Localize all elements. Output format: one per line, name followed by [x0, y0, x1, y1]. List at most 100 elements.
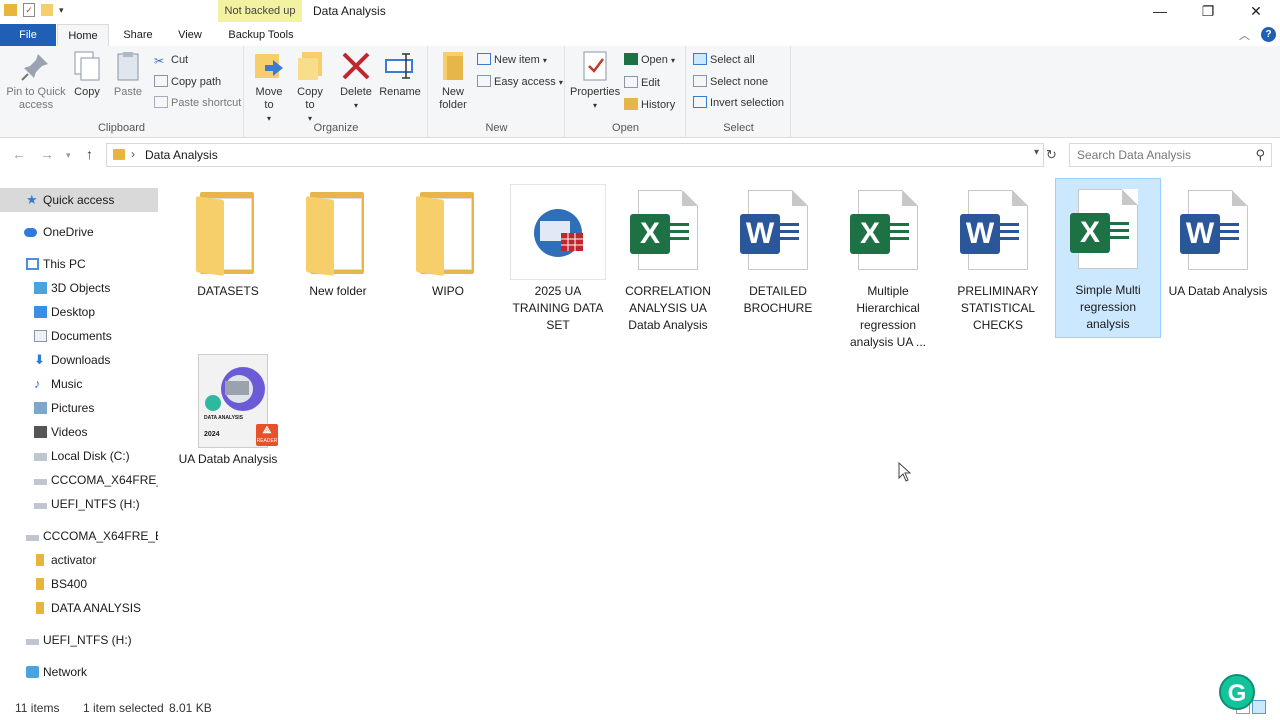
breadcrumb[interactable]: Data Analysis: [145, 148, 218, 162]
pin-quick-access-button[interactable]: Pin to Quick access: [4, 50, 68, 112]
history-button[interactable]: History: [624, 96, 675, 114]
tab-view[interactable]: View: [168, 24, 212, 46]
search-box[interactable]: ⚲: [1069, 143, 1272, 167]
cut-button[interactable]: ✂ Cut: [154, 51, 188, 69]
copy-to-button[interactable]: Copy to ▾: [293, 50, 327, 125]
folder-icon: [400, 184, 496, 280]
nav-3d-objects[interactable]: 3D Objects: [0, 276, 158, 300]
organize-group-label: Organize: [313, 122, 359, 134]
properties-icon[interactable]: ✓: [23, 3, 35, 17]
recent-locations-icon[interactable]: ▾: [66, 150, 71, 161]
file-item-new-folder[interactable]: New folder: [285, 180, 391, 304]
search-icon[interactable]: ⚲: [1255, 147, 1265, 163]
file-item-wipo[interactable]: WIPO: [395, 180, 501, 304]
tab-backup-tools[interactable]: Backup Tools: [220, 24, 302, 46]
forward-arrow-icon[interactable]: →: [40, 146, 54, 162]
large-icons-view-button[interactable]: [1252, 700, 1266, 714]
nav-uefi[interactable]: UEFI_NTFS (H:): [0, 628, 158, 652]
chevron-down-icon: ▾: [353, 101, 358, 110]
properties-button[interactable]: Properties ▾: [570, 50, 620, 112]
file-item-simple-multi[interactable]: X Simple Multi regression analysis: [1055, 178, 1161, 338]
grammarly-icon[interactable]: G: [1219, 674, 1255, 710]
new-folder-icon[interactable]: [41, 4, 53, 16]
nav-videos[interactable]: Videos: [0, 420, 158, 444]
title-bar: ✓ ▾ Not backed up Data Analysis — ❐ ✕: [0, 0, 1280, 24]
help-icon[interactable]: ?: [1261, 27, 1276, 42]
chevron-right-icon[interactable]: ›: [131, 147, 135, 161]
ribbon-tabs: File Home Share View Backup Tools ︿ ?: [0, 24, 1280, 46]
file-item-ua-datab-pdf[interactable]: DATA ANALYSIS 2024 ⟁ READER UA Datab Ana…: [175, 348, 281, 472]
nav-downloads[interactable]: ⬇ Downloads: [0, 348, 158, 372]
address-bar[interactable]: › Data Analysis ▾: [106, 143, 1044, 167]
select-none-button[interactable]: Select none: [693, 73, 768, 91]
back-arrow-icon[interactable]: ←: [12, 146, 26, 162]
open-button[interactable]: Open ▾: [624, 51, 675, 69]
paste-shortcut-button[interactable]: Paste shortcut: [154, 94, 241, 112]
paste-shortcut-icon: [154, 96, 168, 108]
refresh-icon[interactable]: ↻: [1046, 147, 1057, 163]
nav-cccoma[interactable]: CCCOMA_X64FRE_EN: [0, 524, 158, 548]
nav-pictures[interactable]: Pictures: [0, 396, 158, 420]
file-item-correlation[interactable]: X CORRELATION ANALYSIS UA Datab Analysis: [615, 180, 721, 338]
folder-icon: [36, 554, 44, 566]
tab-file[interactable]: File: [0, 24, 56, 46]
nav-activator[interactable]: activator: [0, 548, 158, 572]
nav-local-disk[interactable]: Local Disk (C:): [0, 444, 158, 468]
file-item-preliminary[interactable]: W PRELIMINARY STATISTICAL CHECKS: [945, 180, 1051, 338]
cloud-icon: [24, 228, 37, 237]
file-item-training-data[interactable]: 2025 UA TRAINING DATA SET: [505, 180, 611, 338]
nav-network[interactable]: Network: [0, 660, 158, 684]
collapse-ribbon-icon[interactable]: ︿: [1239, 27, 1250, 43]
quick-access-toolbar: ✓ ▾: [4, 3, 64, 17]
maximize-button[interactable]: ❐: [1184, 0, 1232, 24]
nav-documents[interactable]: Documents: [0, 324, 158, 348]
new-item-button[interactable]: New item ▾: [477, 51, 547, 69]
move-to-button[interactable]: Move to ▾: [251, 50, 287, 125]
computer-icon: [26, 258, 39, 270]
open-group-label: Open: [612, 122, 639, 134]
select-all-button[interactable]: Select all: [693, 51, 755, 69]
copy-button[interactable]: Copy: [70, 50, 104, 99]
nav-onedrive[interactable]: OneDrive: [0, 220, 158, 244]
folder-icon: [4, 4, 17, 16]
copy-path-button[interactable]: Copy path: [154, 73, 221, 91]
tab-share[interactable]: Share: [115, 24, 161, 46]
close-button[interactable]: ✕: [1232, 0, 1280, 24]
nav-uefi-sub[interactable]: UEFI_NTFS (H:): [0, 492, 158, 516]
nav-this-pc[interactable]: This PC: [0, 252, 158, 276]
nav-data-analysis[interactable]: DATA ANALYSIS: [0, 596, 158, 620]
paste-button[interactable]: Paste: [110, 50, 146, 99]
easy-access-button[interactable]: Easy access ▾: [477, 73, 563, 91]
search-input[interactable]: [1070, 144, 1240, 166]
nav-quick-access[interactable]: ★ Quick access: [0, 188, 158, 212]
select-all-icon: [693, 53, 707, 65]
select-group: Select all Select none Invert selection …: [687, 46, 791, 138]
network-icon: [26, 666, 39, 678]
select-group-label: Select: [723, 122, 754, 134]
minimize-button[interactable]: —: [1136, 0, 1184, 24]
customize-qat-icon[interactable]: ▾: [59, 5, 64, 16]
chevron-down-icon[interactable]: ▾: [1034, 147, 1039, 158]
folder-icon: [290, 184, 386, 280]
rename-button[interactable]: Rename: [379, 50, 421, 99]
edit-button[interactable]: Edit: [624, 74, 660, 92]
invert-selection-button[interactable]: Invert selection: [693, 94, 784, 112]
chevron-down-icon: ▾: [542, 56, 547, 65]
select-none-icon: [693, 75, 707, 87]
nav-cccoma-sub[interactable]: CCCOMA_X64FRE_E: [0, 468, 158, 492]
not-backed-up-tab[interactable]: Not backed up: [218, 0, 302, 22]
ribbon: Pin to Quick access Copy Paste ✂ Cut Copy…: [0, 46, 1280, 138]
file-item-hierarchical[interactable]: X Multiple Hierarchical regression analy…: [835, 180, 941, 355]
nav-music[interactable]: ♪ Music: [0, 372, 158, 396]
file-item-datasets[interactable]: DATASETS: [175, 180, 281, 304]
file-item-brochure[interactable]: W DETAILED BROCHURE: [725, 180, 831, 321]
nav-desktop[interactable]: Desktop: [0, 300, 158, 324]
copy-to-icon: [294, 50, 326, 82]
file-item-ua-datab-word[interactable]: W UA Datab Analysis: [1165, 180, 1271, 304]
delete-button[interactable]: Delete ▾: [339, 50, 373, 112]
word-file-icon: W: [730, 184, 826, 280]
nav-bs400[interactable]: BS400: [0, 572, 158, 596]
tab-home[interactable]: Home: [57, 24, 109, 46]
new-folder-button[interactable]: New folder: [435, 50, 471, 112]
up-arrow-icon[interactable]: ↑: [86, 146, 93, 162]
